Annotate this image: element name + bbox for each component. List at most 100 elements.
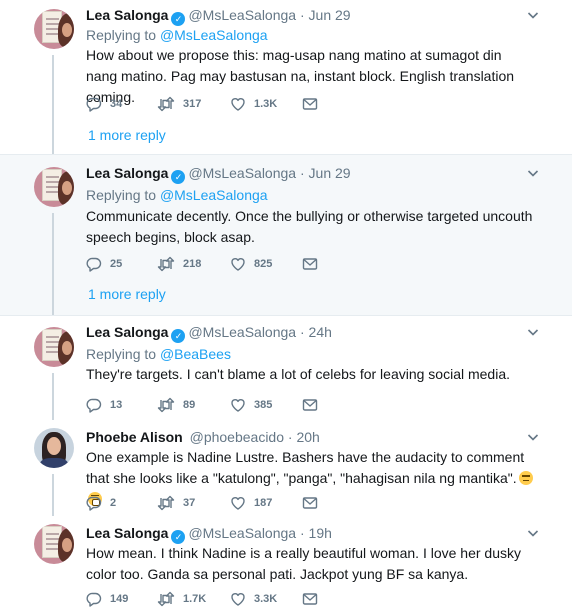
reply-count: 34 (110, 98, 123, 110)
direct-message-button[interactable] (302, 255, 318, 273)
direct-message-button[interactable] (302, 396, 318, 414)
direct-message-button[interactable] (302, 590, 318, 608)
display-name[interactable]: Lea Salonga (86, 525, 168, 541)
reply-button[interactable]: 149 (86, 590, 128, 608)
tweet[interactable]: Lea Salonga ✓ @MsLeaSalonga · Jun 29 Reply… (0, 155, 572, 315)
thread-line (52, 373, 54, 420)
like-icon (231, 497, 245, 510)
chevron-down-icon[interactable] (527, 326, 539, 338)
like-button[interactable]: 1.3K (230, 95, 277, 113)
reply-button[interactable]: 13 (86, 396, 122, 414)
tweet-actions: 13 89 385 (86, 396, 386, 414)
user-handle[interactable]: @phoebeacido (190, 429, 284, 445)
reply-button[interactable]: 34 (86, 95, 122, 113)
retweet-icon (157, 256, 175, 272)
replying-to: Replying to @MsLeaSalonga (86, 186, 268, 204)
more-replies-link[interactable]: 1 more reply (88, 286, 166, 302)
tweet-actions: 25 218 825 (86, 255, 386, 273)
tweet-actions: 2 37 187 (86, 494, 386, 512)
verified-badge-icon: ✓ (171, 530, 186, 544)
reply-count: 25 (110, 258, 123, 270)
retweet-button[interactable]: 89 (157, 396, 195, 414)
reply-count: 13 (110, 399, 123, 411)
retweet-count: 37 (183, 497, 196, 509)
more-replies-link[interactable]: 1 more reply (88, 127, 166, 143)
retweet-button[interactable]: 218 (157, 255, 201, 273)
reply-icon (86, 592, 102, 607)
tweet-text: They're targets. I can't blame a lot of … (86, 366, 510, 382)
direct-message-icon (302, 593, 318, 605)
display-name[interactable]: Lea Salonga (86, 324, 168, 340)
like-icon (231, 399, 245, 412)
like-button[interactable]: 385 (230, 396, 272, 414)
avatar[interactable] (34, 9, 74, 49)
reply-button[interactable]: 2 (86, 494, 116, 512)
like-button[interactable]: 825 (230, 255, 272, 273)
tweet-header: Lea Salonga ✓ @MsLeaSalonga · 24h (86, 323, 332, 343)
like-count: 385 (254, 399, 273, 411)
retweet-button[interactable]: 37 (157, 494, 195, 512)
retweet-button[interactable]: 1.7K (157, 590, 206, 608)
timestamp[interactable]: 24h (309, 324, 332, 340)
tweet-text: How mean. I think Nadine is a really bea… (86, 545, 521, 582)
display-name[interactable]: Lea Salonga (86, 165, 168, 181)
chevron-down-icon[interactable] (527, 9, 539, 21)
replying-to-label: Replying to (86, 27, 157, 43)
like-count: 3.3K (254, 593, 278, 605)
avatar[interactable] (34, 428, 74, 468)
display-name[interactable]: Phoebe Alison (86, 429, 183, 445)
reply-icon (86, 398, 102, 413)
retweet-icon (157, 495, 175, 511)
reply-count: 2 (110, 497, 117, 509)
mention-link[interactable]: @BeaBees (160, 346, 231, 362)
like-icon (231, 258, 245, 271)
verified-badge-icon: ✓ (171, 12, 186, 26)
like-icon (231, 98, 245, 111)
direct-message-icon (302, 258, 318, 270)
like-icon (231, 593, 245, 606)
avatar[interactable] (34, 327, 74, 367)
mention-link[interactable]: @MsLeaSalonga (160, 187, 268, 203)
separator-dot: · (299, 7, 305, 23)
timestamp[interactable]: 20h (296, 429, 319, 445)
reply-icon (86, 496, 102, 511)
tweet-actions: 149 1.7K 3.3K (86, 590, 386, 608)
mention-link[interactable]: @MsLeaSalonga (160, 27, 268, 43)
avatar[interactable] (34, 167, 74, 207)
user-handle[interactable]: @MsLeaSalonga (188, 525, 296, 541)
thread-line (52, 55, 54, 154)
user-handle[interactable]: @MsLeaSalonga (188, 165, 296, 181)
thread-line (52, 213, 54, 315)
tweet-actions: 34 317 1.3K (86, 95, 386, 113)
chevron-down-icon[interactable] (527, 527, 539, 539)
tweet[interactable]: Phoebe Alison @phoebeacido · 20h One exa… (0, 420, 572, 516)
retweet-icon (157, 397, 175, 413)
direct-message-button[interactable] (302, 95, 318, 113)
verified-badge-icon: ✓ (171, 170, 186, 184)
chevron-down-icon[interactable] (527, 167, 539, 179)
direct-message-button[interactable] (302, 494, 318, 512)
separator-dot: · (299, 525, 305, 541)
like-button[interactable]: 187 (230, 494, 272, 512)
tweet-text-body: One example is Nadine Lustre. Bashers ha… (86, 449, 525, 486)
tweet[interactable]: Lea Salonga ✓ @MsLeaSalonga · 24h Replying… (0, 316, 572, 420)
timestamp[interactable]: Jun 29 (309, 165, 351, 181)
chevron-down-icon[interactable] (527, 431, 539, 443)
timestamp[interactable]: Jun 29 (309, 7, 351, 23)
user-handle[interactable]: @MsLeaSalonga (188, 7, 296, 23)
tweet-header: Lea Salonga ✓ @MsLeaSalonga · 19h (86, 524, 332, 544)
reply-button[interactable]: 25 (86, 255, 122, 273)
like-button[interactable]: 3.3K (230, 590, 277, 608)
retweet-count: 317 (183, 98, 202, 110)
replying-to: Replying to @MsLeaSalonga (86, 26, 268, 44)
separator-dot: · (299, 165, 305, 181)
tweet[interactable]: Lea Salonga ✓ @MsLeaSalonga · Jun 29 Reply… (0, 0, 572, 154)
timestamp[interactable]: 19h (309, 525, 332, 541)
retweet-count: 89 (183, 399, 196, 411)
replying-to: Replying to @BeaBees (86, 345, 231, 363)
retweet-button[interactable]: 317 (157, 95, 201, 113)
tweet[interactable]: Lea Salonga ✓ @MsLeaSalonga · 19h How mean… (0, 516, 572, 614)
avatar[interactable] (34, 524, 74, 564)
user-handle[interactable]: @MsLeaSalonga (188, 324, 296, 340)
display-name[interactable]: Lea Salonga (86, 7, 168, 23)
